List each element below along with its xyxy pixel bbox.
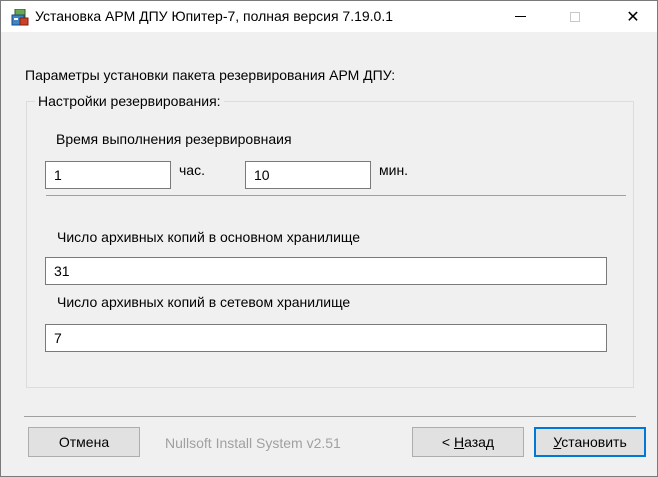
back-button[interactable]: < Назад [412,427,524,457]
group-divider [46,195,626,196]
group-label: Настройки резервирования: [35,93,224,109]
hours-field[interactable] [45,161,171,189]
back-rest: азад [464,434,495,450]
cancel-button-label: Отмена [58,434,110,450]
minimize-button[interactable] [497,1,543,32]
minutes-field[interactable] [245,161,371,189]
installer-icon [11,9,29,26]
window-title: Установка АРМ ДПУ Юпитер-7, полная верси… [35,8,394,24]
close-icon: ✕ [626,8,640,26]
title-bar[interactable]: Установка АРМ ДПУ Юпитер-7, полная верси… [1,1,657,32]
installer-window: Установка АРМ ДПУ Юпитер-7, полная верси… [0,0,658,477]
install-button-label: Установить [553,434,627,450]
main-copies-field[interactable] [45,257,607,285]
maximize-button[interactable] [552,1,598,32]
footer-divider [24,416,636,417]
back-button-label: < Назад [442,434,494,450]
maximize-icon [570,11,580,22]
close-button[interactable]: ✕ [610,1,656,32]
back-hotkey: Н [453,434,465,450]
backup-time-label: Время выполнения резервировнаия [56,131,292,147]
back-prefix: < [441,434,454,450]
network-copies-label: Число архивных копий в сетевом хранилище [57,294,351,310]
install-button[interactable]: Установить [534,427,646,457]
branding-text: Nullsoft Install System v2.51 [165,435,341,451]
minutes-unit-label: мин. [379,162,409,178]
main-copies-label: Число архивных копий в основном хранилищ… [57,229,361,245]
minimize-icon [514,16,526,17]
page-header: Параметры установки пакета резервировани… [25,67,396,83]
cancel-button[interactable]: Отмена [28,427,140,457]
install-rest: становить [561,434,627,450]
network-copies-field[interactable] [45,324,607,352]
hours-unit-label: час. [179,162,205,178]
